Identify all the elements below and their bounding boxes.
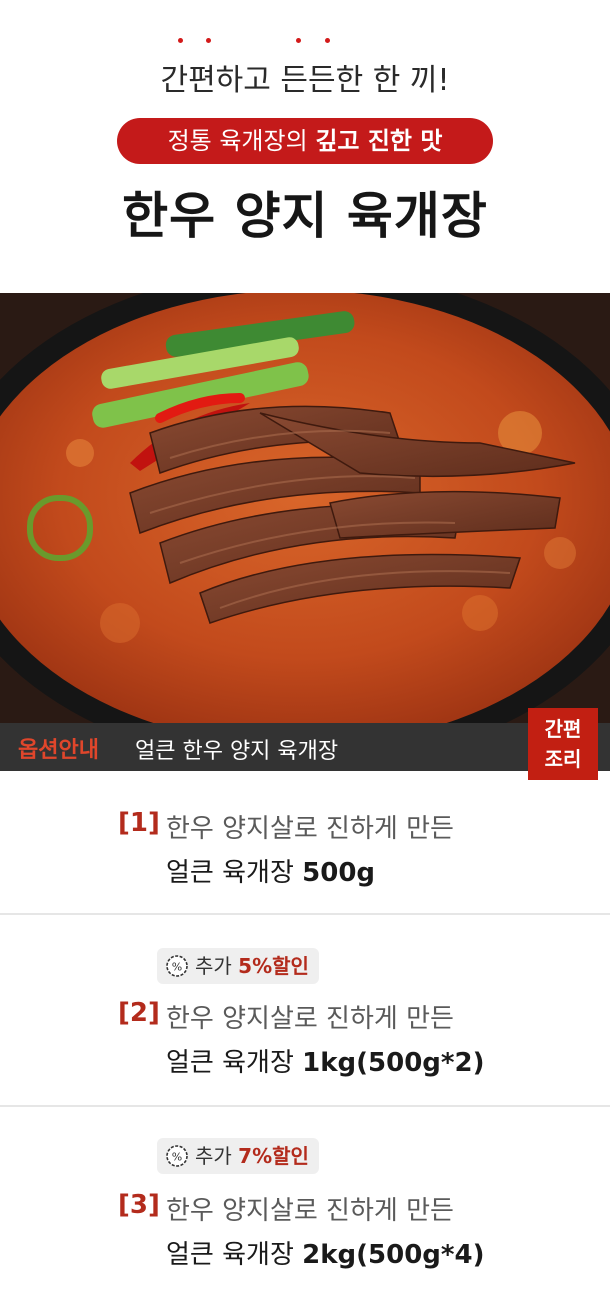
discount-value: 7%할인 xyxy=(238,1144,309,1168)
discount-badge: % 추가 7%할인 xyxy=(157,1138,319,1174)
badge-line2: 조리 xyxy=(544,747,582,771)
option-product: 얼큰 육개장 500g xyxy=(166,858,376,888)
percent-icon: % xyxy=(166,1145,188,1167)
badge-line1: 간편 xyxy=(544,717,582,741)
option-description: 한우 양지살로 진하게 만든 xyxy=(166,1196,454,1226)
pill-emphasis: 깊고 진한 맛 xyxy=(315,127,443,155)
option-info-bar: 옵션안내 얼큰 한우 양지 육개장 xyxy=(0,723,610,771)
option-info-label: 옵션안내 xyxy=(18,738,99,763)
discount-value: 5%할인 xyxy=(238,954,309,978)
emphasis-dots xyxy=(0,38,610,48)
option-description: 한우 양지살로 진하게 만든 xyxy=(166,1004,454,1034)
option-number: [2] xyxy=(118,998,160,1028)
option-number: [1] xyxy=(118,808,160,838)
option-weight: 1kg(500g*2) xyxy=(302,1048,485,1078)
svg-text:%: % xyxy=(172,961,182,974)
divider xyxy=(0,1105,610,1107)
easy-cook-badge: 간편 조리 xyxy=(528,708,598,780)
option-description: 한우 양지살로 진하게 만든 xyxy=(166,814,454,844)
divider xyxy=(0,913,610,915)
percent-icon: % xyxy=(166,955,188,977)
option-info-text: 얼큰 한우 양지 육개장 xyxy=(135,739,339,764)
option-number: [3] xyxy=(118,1190,160,1220)
tagline: 간편하고 든든한 한 끼! xyxy=(160,63,450,98)
discount-badge: % 추가 5%할인 xyxy=(157,948,319,984)
product-photo xyxy=(0,293,610,723)
pill-prefix: 정통 육개장의 xyxy=(167,127,316,155)
header-section: 간편하고 든든한 한 끼! 정통 육개장의 깊고 진한 맛 한우 양지 육개장 xyxy=(0,0,610,293)
svg-text:%: % xyxy=(172,1151,182,1164)
product-title: 한우 양지 육개장 xyxy=(122,187,488,245)
option-product: 얼큰 육개장 1kg(500g*2) xyxy=(166,1048,485,1078)
option-weight: 500g xyxy=(302,858,376,888)
option-weight: 2kg(500g*4) xyxy=(302,1240,485,1270)
subtitle-pill: 정통 육개장의 깊고 진한 맛 xyxy=(117,118,493,164)
option-product: 얼큰 육개장 2kg(500g*4) xyxy=(166,1240,485,1270)
